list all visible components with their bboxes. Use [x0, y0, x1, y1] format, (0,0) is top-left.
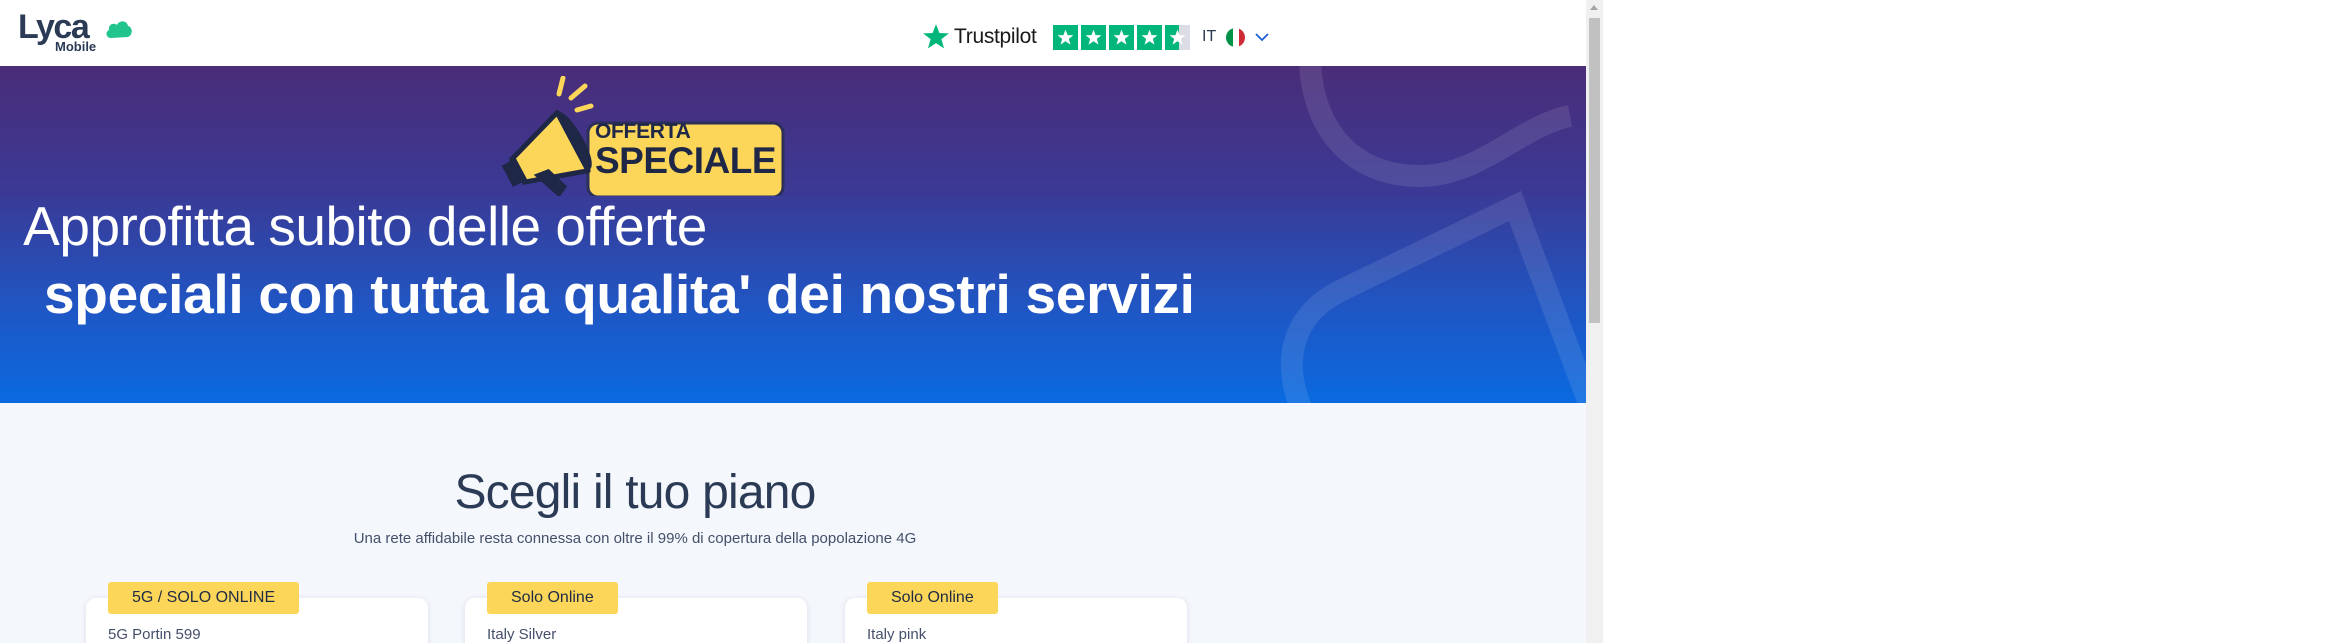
- chevron-down-icon: [1255, 33, 1269, 42]
- page: Lyca Mobile Trustpilot IT OFFERTA SPECIA…: [0, 0, 1586, 643]
- plans-section-subtitle: Una rete affidabile resta connessa con o…: [353, 530, 917, 547]
- vertical-scrollbar[interactable]: [1586, 0, 1603, 643]
- lyca-mobile-logo[interactable]: Lyca Mobile: [18, 10, 138, 56]
- decorative-shape: [1280, 66, 1586, 403]
- badge-text: OFFERTA SPECIALE: [595, 121, 785, 181]
- scroll-up-arrow-icon[interactable]: [1590, 5, 1598, 10]
- rating-half-star-icon: [1164, 24, 1190, 50]
- trustpilot-rating-stars: [1052, 24, 1190, 50]
- hero-banner: OFFERTA SPECIALE Approfitta subito delle…: [0, 66, 1586, 403]
- plan-tag: Solo Online: [867, 582, 998, 614]
- cloud-icon: [106, 21, 132, 38]
- trustpilot-widget[interactable]: Trustpilot: [922, 20, 1190, 54]
- scrollbar-thumb[interactable]: [1589, 18, 1600, 323]
- italy-flag-icon: [1226, 27, 1246, 47]
- site-header: Lyca Mobile Trustpilot IT: [0, 0, 1586, 66]
- plan-name: Italy Silver: [487, 626, 557, 643]
- trustpilot-label: Trustpilot: [954, 25, 1037, 48]
- plans-section-title: Scegli il tuo piano: [454, 466, 816, 519]
- hero-headline-line-1: Approfitta subito delle offerte: [23, 195, 707, 257]
- rating-star-icon: [1136, 24, 1162, 50]
- rating-star-icon: [1108, 24, 1134, 50]
- rating-star-icon: [1052, 24, 1078, 50]
- language-code: IT: [1202, 28, 1217, 45]
- plan-tag: 5G / SOLO ONLINE: [108, 582, 300, 614]
- trustpilot-star-icon: [923, 24, 949, 49]
- plan-name: Italy pink: [867, 626, 927, 643]
- plan-name: 5G Portin 599: [108, 626, 201, 643]
- rating-star-icon: [1080, 24, 1106, 50]
- badge-line-2: SPECIALE: [595, 140, 777, 181]
- language-selector[interactable]: IT: [1202, 26, 1269, 48]
- plan-tag: Solo Online: [487, 582, 618, 614]
- logo-subtitle: Mobile: [55, 39, 97, 54]
- hero-headline-line-2: speciali con tutta la qualita' dei nostr…: [44, 263, 1195, 325]
